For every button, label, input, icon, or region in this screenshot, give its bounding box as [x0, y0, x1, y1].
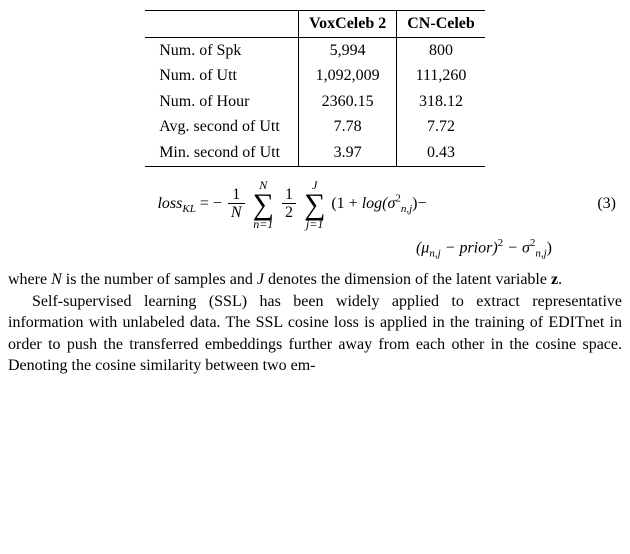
eq-term: (1 + log(σ2n,j)− — [331, 195, 426, 212]
table-row: Num. of Hour 2360.15 318.12 — [145, 89, 485, 115]
row-cn: 7.72 — [397, 114, 485, 140]
row-vox: 2360.15 — [299, 89, 397, 115]
sum-icon: J ∑ j=1 — [304, 179, 325, 230]
table-header-blank — [145, 11, 298, 38]
row-label: Num. of Hour — [145, 89, 298, 115]
row-cn: 318.12 — [397, 89, 485, 115]
equation-block: lossKL = − 1 N N ∑ n=1 1 2 J ∑ j=1 (1 + … — [8, 179, 622, 230]
row-label: Avg. second of Utt — [145, 114, 298, 140]
row-label: Min. second of Utt — [145, 140, 298, 166]
eq-frac-12: 1 2 — [282, 187, 296, 222]
row-cn: 800 — [397, 37, 485, 63]
row-label: Num. of Spk — [145, 37, 298, 63]
row-vox: 5,994 — [299, 37, 397, 63]
row-vox: 7.78 — [299, 114, 397, 140]
equation-line2: (μn,j − prior)2 − σ2n,j) — [8, 236, 622, 261]
equation-number: (3) — [576, 193, 622, 215]
sum-icon: N ∑ n=1 — [253, 179, 274, 230]
paragraph-where: where N is the number of samples and J d… — [8, 269, 622, 291]
row-label: Num. of Utt — [145, 63, 298, 89]
eq-lhs: lossKL — [157, 195, 195, 212]
table-header-cn: CN-Celeb — [397, 11, 485, 38]
paragraph-ssl: Self-supervised learning (SSL) has been … — [8, 291, 622, 377]
table-row: Num. of Spk 5,994 800 — [145, 37, 485, 63]
table-header-vox: VoxCeleb 2 — [299, 11, 397, 38]
table-row: Min. second of Utt 3.97 0.43 — [145, 140, 485, 166]
row-vox: 1,092,009 — [299, 63, 397, 89]
dataset-table: VoxCeleb 2 CN-Celeb Num. of Spk 5,994 80… — [145, 10, 485, 167]
table-row: Num. of Utt 1,092,009 111,260 — [145, 63, 485, 89]
row-cn: 0.43 — [397, 140, 485, 166]
eq-equals: = − — [200, 195, 222, 212]
row-cn: 111,260 — [397, 63, 485, 89]
eq-frac-1N: 1 N — [228, 187, 245, 222]
table-row: Avg. second of Utt 7.78 7.72 — [145, 114, 485, 140]
row-vox: 3.97 — [299, 140, 397, 166]
